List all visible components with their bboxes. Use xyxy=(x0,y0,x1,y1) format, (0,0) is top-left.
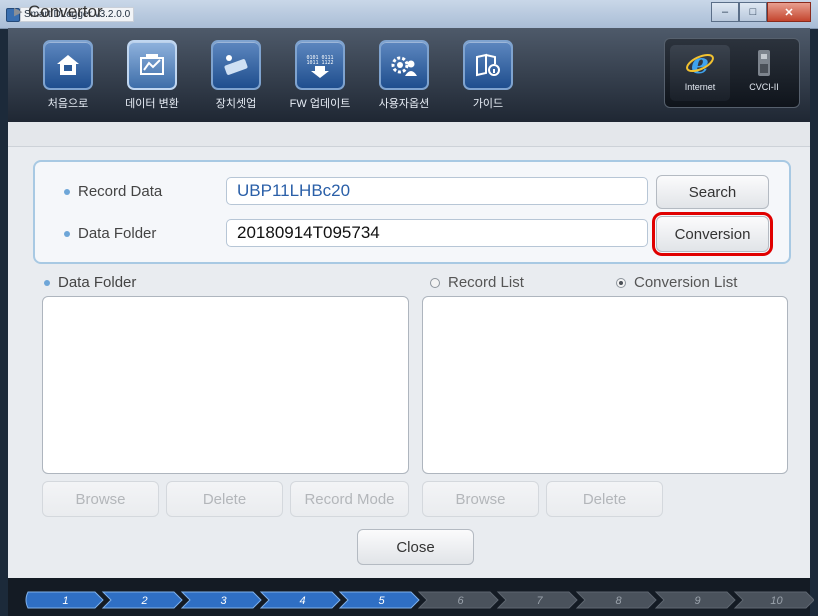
record-mode-button[interactable]: Record Mode xyxy=(290,481,409,517)
bullet-icon xyxy=(64,231,70,238)
record-list-radio[interactable]: Record List xyxy=(430,274,524,291)
window-controls: – □ ✕ xyxy=(711,2,811,22)
tool-label: FW 업데이트 xyxy=(289,98,351,110)
step-1: 1 xyxy=(25,591,104,609)
data-folder-list-title: Data Folder xyxy=(44,274,136,291)
record-data-label: Record Data xyxy=(64,183,162,200)
step-6: 6 xyxy=(417,591,499,609)
step-label: 1 xyxy=(62,595,68,607)
close-button[interactable]: Close xyxy=(357,529,474,565)
cvci-label: CVCI-II xyxy=(749,82,779,92)
step-4: 4 xyxy=(259,591,341,609)
delete-right-button[interactable]: Delete xyxy=(546,481,663,517)
tool-guide[interactable]: 가이드 xyxy=(452,40,524,111)
tool-label: 가이드 xyxy=(472,98,504,110)
close-window-button[interactable]: ✕ xyxy=(767,2,811,22)
step-8: 8 xyxy=(575,591,657,609)
external-tools: e Internet CVCI-II xyxy=(664,38,800,108)
tool-label: 사용자옵션 xyxy=(378,98,430,110)
data-folder-list-title-text: Data Folder xyxy=(58,274,137,291)
device-setup-icon xyxy=(211,40,261,90)
step-label: 7 xyxy=(536,595,543,607)
conversion-list-radio[interactable]: Conversion List xyxy=(616,274,737,291)
step-label: 10 xyxy=(770,595,783,607)
bullet-icon xyxy=(44,280,50,287)
guide-icon xyxy=(463,40,513,90)
triangle-right-icon: ▶ xyxy=(14,6,23,18)
data-convert-icon xyxy=(127,40,177,90)
step-label: 4 xyxy=(299,595,305,607)
browse-left-button[interactable]: Browse xyxy=(42,481,159,517)
delete-left-button[interactable]: Delete xyxy=(166,481,283,517)
maximize-button[interactable]: □ xyxy=(739,2,767,22)
step-chevrons: 1 2 3 4 5 6 7 8 9 10 xyxy=(25,591,814,609)
tool-data-convert[interactable]: 데이터 변환 xyxy=(116,40,188,111)
step-9: 9 xyxy=(654,591,736,609)
section-header xyxy=(8,122,810,147)
tool-user-options[interactable]: 사용자옵션 xyxy=(368,40,440,111)
minimize-button[interactable]: – xyxy=(711,2,739,22)
step-label: 8 xyxy=(615,595,622,607)
bullet-icon xyxy=(64,189,70,196)
data-folder-label: Data Folder xyxy=(64,225,156,242)
fw-update-icon: 0101 0111 1011 1122 xyxy=(295,40,345,90)
search-button[interactable]: Search xyxy=(656,175,769,209)
data-folder-label-text: Data Folder xyxy=(78,225,157,242)
step-3: 3 xyxy=(180,591,262,609)
user-options-icon xyxy=(379,40,429,90)
step-7: 7 xyxy=(496,591,578,609)
step-label: 3 xyxy=(220,595,227,607)
svg-text:e: e xyxy=(691,48,709,78)
tool-label: 장치셋업 xyxy=(215,98,257,110)
record-data-input[interactable]: UBP11LHBc20 xyxy=(226,177,648,205)
svg-text:1011 1122: 1011 1122 xyxy=(306,60,333,66)
step-label: 6 xyxy=(457,595,464,607)
step-2: 2 xyxy=(101,591,183,609)
tool-device-setup[interactable]: 장치셋업 xyxy=(200,40,272,111)
radio-icon xyxy=(430,278,440,289)
conversion-button[interactable]: Conversion xyxy=(652,212,773,256)
data-folder-input[interactable]: 20180914T095734 xyxy=(226,219,648,247)
step-5: 5 xyxy=(338,591,420,609)
step-label: 2 xyxy=(140,595,147,607)
tool-label: 데이터 변환 xyxy=(125,98,179,110)
tool-label: 처음으로 xyxy=(47,98,89,110)
record-data-label-text: Record Data xyxy=(78,183,163,200)
home-icon xyxy=(43,40,93,90)
radio-selected-icon xyxy=(616,278,626,289)
section-title: Convertor xyxy=(28,2,103,21)
step-10: 10 xyxy=(733,591,814,609)
step-label: 9 xyxy=(694,595,700,607)
step-label: 5 xyxy=(378,595,385,607)
conversion-list-label: Conversion List xyxy=(634,274,738,291)
tool-fw-update[interactable]: 0101 0111 1011 1122 FW 업데이트 xyxy=(284,40,356,111)
data-folder-listbox[interactable] xyxy=(42,296,409,474)
conversion-listbox[interactable] xyxy=(422,296,788,474)
tool-home[interactable]: 처음으로 xyxy=(32,40,104,111)
cvci-device-icon xyxy=(748,47,780,79)
cvci-button[interactable]: CVCI-II xyxy=(734,45,794,101)
main-toolbar: 처음으로 데이터 변환 장치셋업 0101 0111 1011 1122 FW 업… xyxy=(8,28,810,122)
internet-label: Internet xyxy=(684,82,716,92)
internet-explorer-icon: e xyxy=(684,47,716,79)
browse-right-button[interactable]: Browse xyxy=(422,481,539,517)
internet-button[interactable]: e Internet xyxy=(670,45,730,101)
record-list-label: Record List xyxy=(448,274,524,291)
